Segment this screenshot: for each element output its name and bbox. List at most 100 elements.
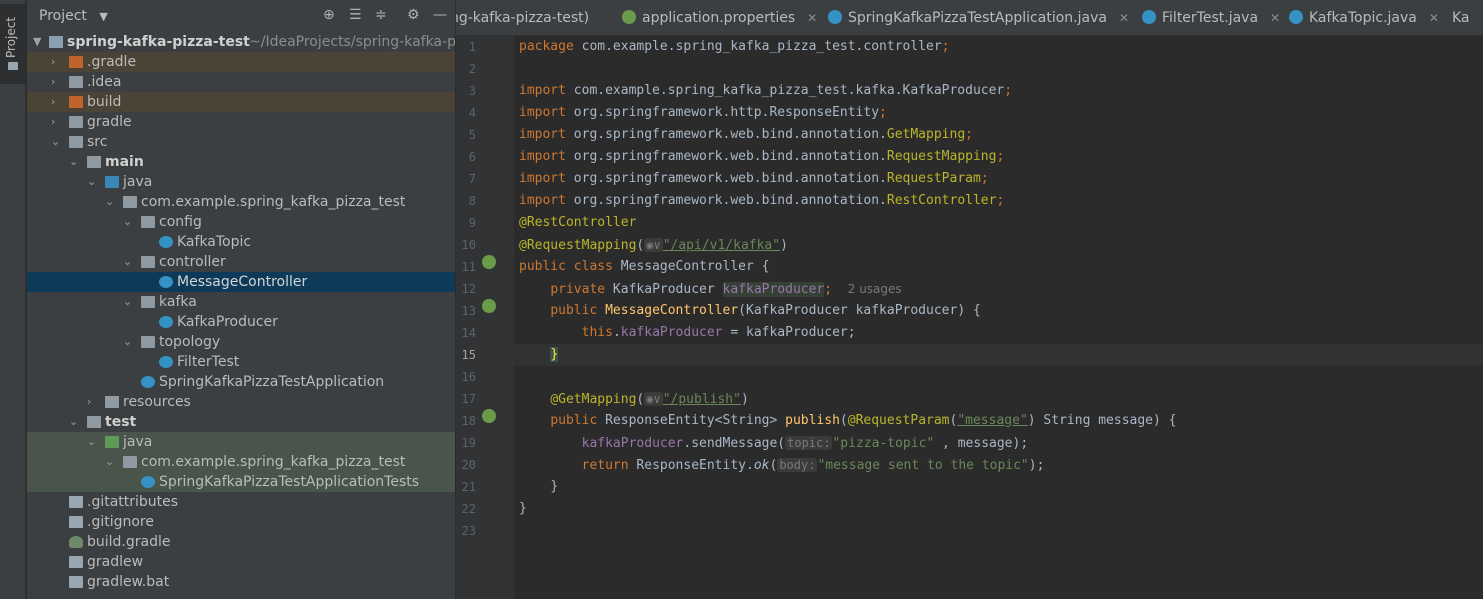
tab-filtertest[interactable]: FilterTest.java ✕ (1142, 0, 1280, 35)
tree-item[interactable]: .gitattributes (27, 492, 455, 512)
tree-item[interactable]: ⌄ main (27, 152, 455, 172)
tree-item[interactable]: › gradle (27, 112, 455, 132)
tree-item[interactable]: build.gradle (27, 532, 455, 552)
tool-window-stripe: Project (0, 0, 26, 599)
editor-tabs: ng-kafka-pizza-test) application.propert… (456, 0, 1483, 36)
class-icon (1289, 10, 1303, 24)
tree-item-label: gradlew.bat (87, 574, 170, 590)
spring-config-icon (622, 10, 636, 24)
close-icon[interactable]: ✕ (807, 11, 817, 25)
chevron-down-icon[interactable]: ⌄ (69, 412, 83, 432)
tree-item[interactable]: KafkaProducer (27, 312, 455, 332)
line-number: 2 (468, 62, 476, 76)
spring-endpoint-gutter-icon[interactable] (482, 409, 496, 423)
close-icon[interactable]: ✕ (1119, 11, 1129, 25)
tree-item[interactable]: gradlew.bat (27, 572, 455, 592)
package-icon (123, 456, 137, 468)
tree-item-label: java (123, 434, 153, 450)
chevron-right-icon[interactable]: › (51, 92, 65, 112)
git-file-icon (69, 496, 83, 508)
tree-item[interactable]: ⌄ test (27, 412, 455, 432)
hide-icon[interactable]: — (433, 7, 447, 23)
tree-item-label: .gradle (87, 54, 137, 70)
tree-item[interactable]: ⌄ com.example.spring_kafka_pizza_test (27, 192, 455, 212)
line-number-gutter: 1 2 3 4 5 6 7 8 9 10 11 12 13 14 15 16 1… (456, 36, 514, 599)
tree-item[interactable]: › build (27, 92, 455, 112)
chevron-right-icon[interactable]: › (51, 112, 65, 132)
chevron-right-icon[interactable]: › (51, 72, 65, 92)
tree-item[interactable]: KafkaTopic (27, 232, 455, 252)
chevron-down-icon[interactable]: ⌄ (69, 152, 83, 172)
tree-item[interactable]: ⌄ java (27, 432, 455, 452)
close-icon[interactable]: ✕ (1270, 11, 1280, 25)
collapse-all-icon[interactable]: ≑ (375, 7, 387, 23)
url-icon[interactable]: ◉∨ (644, 238, 663, 252)
project-tool-tab[interactable]: Project (0, 4, 26, 84)
source-folder-icon (105, 176, 119, 188)
spring-bean-gutter-icon[interactable] (482, 255, 496, 269)
chevron-right-icon[interactable]: › (51, 52, 65, 72)
line-number: 13 (461, 304, 476, 318)
tree-item-selected[interactable]: MessageController (27, 272, 455, 292)
tree-item-label: build (87, 94, 122, 110)
tab-project-module[interactable]: ng-kafka-pizza-test) (456, 0, 589, 35)
code-editor[interactable]: package com.example.spring_kafka_pizza_t… (514, 36, 1483, 599)
tree-item-label: .gitattributes (87, 494, 179, 510)
tree-item[interactable]: ⌄ kafka (27, 292, 455, 312)
chevron-down-icon[interactable]: ⌄ (123, 212, 137, 232)
tree-item[interactable]: ⌄ config (27, 212, 455, 232)
chevron-down-icon[interactable]: ⌄ (87, 172, 101, 192)
class-icon (159, 356, 173, 368)
spring-bean-gutter-icon[interactable] (482, 299, 496, 313)
tree-item[interactable]: ⌄ topology (27, 332, 455, 352)
tree-item[interactable]: ⌄ java (27, 172, 455, 192)
tree-item[interactable]: FilterTest (27, 352, 455, 372)
tree-item[interactable]: ⌄ src (27, 132, 455, 152)
chevron-down-icon[interactable]: ⌄ (87, 432, 101, 452)
tree-root[interactable]: ▼ spring-kafka-pizza-test ~/IdeaProjects… (27, 32, 455, 52)
line-number: 3 (468, 84, 476, 98)
tree-item-label: src (87, 134, 108, 150)
locate-icon[interactable]: ⊕ (323, 7, 335, 23)
folder-icon (69, 96, 83, 108)
tab-kafkaproducer-partial[interactable]: Ka (1452, 0, 1470, 35)
current-line-highlight (514, 344, 1483, 366)
code-line-4: import org.springframework.http.Response… (519, 105, 887, 120)
tree-item[interactable]: › .idea (27, 72, 455, 92)
chevron-down-icon[interactable]: ▼ (33, 32, 47, 52)
tree-item[interactable]: ⌄ controller (27, 252, 455, 272)
tab-kafkatopic[interactable]: KafkaTopic.java ✕ (1289, 0, 1439, 35)
tree-item[interactable]: gradlew (27, 552, 455, 572)
chevron-down-icon[interactable]: ⌄ (105, 192, 119, 212)
tree-item[interactable]: › .gradle (27, 52, 455, 72)
text-file-icon (69, 576, 83, 588)
tab-springkafkapizzatestapplication[interactable]: SpringKafkaPizzaTestApplication.java ✕ (828, 0, 1129, 35)
chevron-down-icon[interactable]: ⌄ (123, 332, 137, 352)
project-view-selector[interactable]: Project ▼ (39, 8, 108, 24)
code-line-21: } (550, 479, 559, 494)
expand-all-icon[interactable]: ☰ (349, 7, 362, 23)
chevron-down-icon[interactable]: ⌄ (123, 292, 137, 312)
chevron-down-icon[interactable]: ⌄ (123, 252, 137, 272)
chevron-right-icon[interactable]: › (87, 392, 101, 412)
tree-item[interactable]: › resources (27, 392, 455, 412)
tree-item[interactable]: .gitignore (27, 512, 455, 532)
url-icon[interactable]: ◉∨ (644, 392, 663, 406)
tree-item-label: resources (123, 394, 191, 410)
code-line-7: import org.springframework.web.bind.anno… (519, 171, 989, 186)
tree-item-label: .idea (87, 74, 122, 90)
code-line-9: @RestController (519, 215, 637, 230)
tree-item[interactable]: SpringKafkaPizzaTestApplication (27, 372, 455, 392)
git-file-icon (69, 516, 83, 528)
chevron-down-icon[interactable]: ⌄ (51, 132, 65, 152)
tree-item-label: com.example.spring_kafka_pizza_test (141, 194, 406, 210)
chevron-down-icon[interactable]: ⌄ (105, 452, 119, 472)
usages-hint[interactable]: 2 usages (848, 282, 902, 296)
tree-item-label: gradlew (87, 554, 144, 570)
close-icon[interactable]: ✕ (1429, 11, 1439, 25)
tab-application-properties[interactable]: application.properties ✕ (622, 0, 817, 35)
code-line-18: public ResponseEntity<String> publish(@R… (550, 413, 1177, 428)
tree-item[interactable]: SpringKafkaPizzaTestApplicationTests (27, 472, 455, 492)
gear-icon[interactable]: ⚙ (407, 7, 420, 23)
tree-item[interactable]: ⌄ com.example.spring_kafka_pizza_test (27, 452, 455, 472)
